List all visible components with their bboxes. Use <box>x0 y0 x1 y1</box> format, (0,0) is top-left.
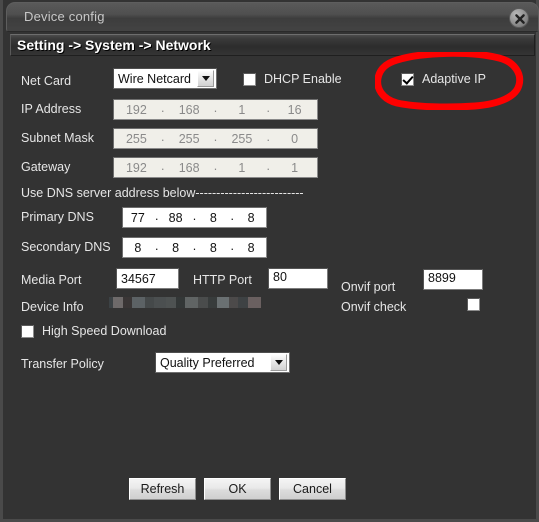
primary-dns-input[interactable]: 77. 88. 8. 8 <box>122 207 267 228</box>
ip-separator: . <box>230 209 234 223</box>
high-speed-download-checkbox[interactable]: High Speed Download <box>21 324 166 338</box>
dns-note-label: Use DNS server address below------------… <box>21 186 304 200</box>
secondary-dns-input[interactable]: 8. 8. 8. 8 <box>122 237 267 258</box>
high-speed-download-label: High Speed Download <box>42 324 167 338</box>
chevron-down-icon[interactable] <box>197 70 214 87</box>
onvif-check-label: Onvif check <box>341 300 407 314</box>
window-title: Device config <box>24 9 105 24</box>
ip-octet: 255 <box>231 131 253 146</box>
transfer-policy-label: Transfer Policy <box>21 357 104 371</box>
device-info-label: Device Info <box>21 300 84 314</box>
adaptive-ip-label: Adaptive IP <box>422 72 486 86</box>
ip-octet: 1 <box>291 160 299 175</box>
dhcp-enable-box[interactable] <box>243 72 256 86</box>
ip-octet: 8 <box>247 240 255 255</box>
http-port-input[interactable]: 80 <box>268 268 328 289</box>
ip-octet: 192 <box>125 102 147 117</box>
window-titlebar: Device config <box>6 2 539 32</box>
ip-separator: . <box>155 239 159 253</box>
ip-separator: . <box>266 101 270 115</box>
secondary-dns-label: Secondary DNS <box>21 240 111 254</box>
transfer-policy-value: Quality Preferred <box>160 355 255 370</box>
transfer-policy-select[interactable]: Quality Preferred <box>155 352 290 373</box>
ip-octet: 8 <box>247 210 255 225</box>
ok-button[interactable]: OK <box>204 478 271 500</box>
net-card-label: Net Card <box>21 74 72 88</box>
ip-separator: . <box>266 130 270 144</box>
adaptive-ip-box[interactable] <box>401 72 414 86</box>
ip-octet: 8 <box>209 210 217 225</box>
chevron-down-icon[interactable] <box>270 354 287 371</box>
primary-dns-label: Primary DNS <box>21 210 94 224</box>
ip-separator: . <box>213 101 218 115</box>
ip-octet: 1 <box>238 160 246 175</box>
adaptive-ip-checkbox[interactable]: Adaptive IP <box>401 72 486 86</box>
breadcrumb: Setting -> System -> Network <box>10 34 535 56</box>
onvif-check-checkbox[interactable] <box>467 298 480 311</box>
close-icon[interactable] <box>509 8 529 28</box>
ip-separator: . <box>213 159 218 173</box>
ip-separator: . <box>161 130 165 144</box>
cancel-button[interactable]: Cancel <box>279 478 346 500</box>
ip-separator: . <box>213 130 218 144</box>
ip-separator: . <box>266 159 270 173</box>
ip-separator: . <box>192 239 197 253</box>
device-config-window: Device config Setting -> System -> Netwo… <box>0 0 539 522</box>
ip-octet: 8 <box>209 240 217 255</box>
net-card-value: Wire Netcard <box>118 71 191 86</box>
refresh-button[interactable]: Refresh <box>129 478 196 500</box>
ip-separator: . <box>161 159 165 173</box>
ip-separator: . <box>192 209 197 223</box>
ip-address-label: IP Address <box>21 102 82 116</box>
subnet-mask-input[interactable]: 255. 255. 255. 0 <box>113 128 318 149</box>
media-port-input[interactable] <box>116 268 179 289</box>
onvif-port-label: Onvif port <box>341 280 396 294</box>
ip-octet: 16 <box>287 102 302 117</box>
breadcrumb-label: Setting -> System -> Network <box>17 37 211 53</box>
ip-separator: . <box>230 239 234 253</box>
ip-octet: 192 <box>125 160 147 175</box>
media-port-label: Media Port <box>21 273 82 287</box>
net-card-select[interactable]: Wire Netcard <box>113 68 217 89</box>
ip-address-input[interactable]: 192. 168. 1. 16 <box>113 99 318 120</box>
ip-separator: . <box>161 101 165 115</box>
ip-octet: 77 <box>130 210 145 225</box>
dhcp-enable-checkbox[interactable]: DHCP Enable <box>243 72 342 86</box>
ip-octet: 255 <box>125 131 147 146</box>
ip-octet: 168 <box>178 102 200 117</box>
dhcp-enable-label: DHCP Enable <box>264 72 342 86</box>
subnet-mask-label: Subnet Mask <box>21 131 94 145</box>
ip-octet: 168 <box>178 160 200 175</box>
ip-separator: . <box>155 209 159 223</box>
ip-octet: 8 <box>172 240 180 255</box>
ip-octet: 0 <box>291 131 299 146</box>
ip-octet: 1 <box>238 102 246 117</box>
gateway-input[interactable]: 192. 168. 1. 1 <box>113 157 318 178</box>
http-port-label: HTTP Port <box>193 273 252 287</box>
high-speed-download-box[interactable] <box>21 324 34 338</box>
device-info-value <box>109 297 261 308</box>
ip-octet: 255 <box>178 131 200 146</box>
ip-octet: 88 <box>168 210 183 225</box>
network-settings-form: Net Card Wire Netcard DHCP Enable Adapti… <box>9 58 536 516</box>
gateway-label: Gateway <box>21 160 71 174</box>
onvif-port-input[interactable]: 8899 <box>423 269 483 290</box>
ip-octet: 8 <box>134 240 142 255</box>
